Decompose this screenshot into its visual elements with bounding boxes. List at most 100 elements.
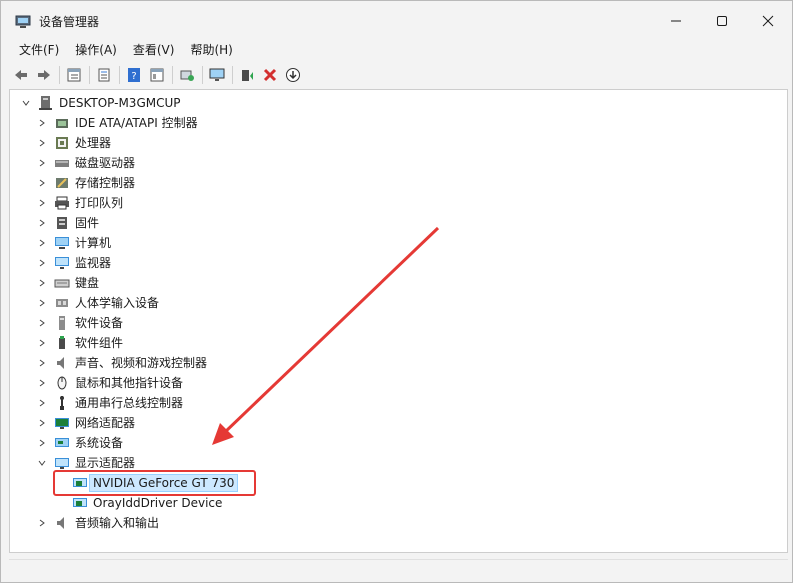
tree-category-network-adapter[interactable]: 网络适配器 <box>36 413 135 433</box>
tree-category-sound[interactable]: 声音、视频和游戏控制器 <box>36 353 207 373</box>
toolbar-separator <box>89 66 90 84</box>
forward-icon[interactable] <box>33 64 55 86</box>
network-adapter-icon <box>54 415 70 431</box>
toolbar-separator <box>202 66 203 84</box>
properties-icon[interactable] <box>63 64 85 86</box>
chevron-right-icon[interactable] <box>36 277 48 289</box>
tree-root-label: DESKTOP-M3GMCUP <box>59 96 181 110</box>
chevron-right-icon[interactable] <box>36 197 48 209</box>
tree-category-keyboard[interactable]: 键盘 <box>36 273 99 293</box>
chevron-down-icon[interactable] <box>36 457 48 469</box>
tree-category-label: 磁盘驱动器 <box>75 156 136 170</box>
device-label: OrayIddDriver Device <box>93 496 223 510</box>
ide-controller-icon <box>54 115 70 131</box>
scan-icon[interactable] <box>176 64 198 86</box>
software-component-icon <box>54 335 70 351</box>
tree-category-computer[interactable]: 计算机 <box>36 233 111 253</box>
menu-view[interactable]: 查看(V) <box>127 41 181 61</box>
disk-drive-icon <box>54 155 70 171</box>
tree-category-monitor[interactable]: 监视器 <box>36 253 111 273</box>
firmware-icon <box>54 215 70 231</box>
tree-category-label: 固件 <box>75 216 100 230</box>
chevron-right-icon[interactable] <box>36 217 48 229</box>
maximize-button[interactable] <box>699 5 745 37</box>
menu-help[interactable]: 帮助(H) <box>184 41 238 61</box>
view-icon[interactable] <box>146 64 168 86</box>
svg-text:?: ? <box>131 71 136 82</box>
monitor-icon[interactable] <box>206 64 228 86</box>
chevron-right-icon[interactable] <box>36 357 48 369</box>
tree-category-label: 软件组件 <box>75 336 124 350</box>
tree-category-label: 人体学输入设备 <box>75 296 160 310</box>
close-button[interactable] <box>745 5 791 37</box>
computer-icon <box>54 235 70 251</box>
sound-icon <box>54 355 70 371</box>
printer-icon <box>54 195 70 211</box>
chevron-right-icon[interactable] <box>36 117 48 129</box>
tree-category-ide-controller[interactable]: IDE ATA/ATAPI 控制器 <box>36 113 198 133</box>
chevron-right-icon[interactable] <box>36 417 48 429</box>
disable-icon[interactable] <box>282 64 304 86</box>
tree-category-processor[interactable]: 处理器 <box>36 133 111 153</box>
tree-category-label: 系统设备 <box>75 436 124 450</box>
tree-category-label: 软件设备 <box>75 316 124 330</box>
tree-category-firmware[interactable]: 固件 <box>36 213 99 233</box>
help-icon[interactable]: ? <box>123 64 145 86</box>
tree-root[interactable]: DESKTOP-M3GMCUP <box>20 93 181 113</box>
chevron-right-icon[interactable] <box>36 437 48 449</box>
chevron-right-icon[interactable] <box>36 257 48 269</box>
menu-file[interactable]: 文件(F) <box>13 41 65 61</box>
toolbar-separator <box>119 66 120 84</box>
tree-category-usb[interactable]: 通用串行总线控制器 <box>36 393 183 413</box>
menu-bar: 文件(F) 操作(A) 查看(V) 帮助(H) <box>1 41 792 61</box>
annotation-highlight-box <box>53 470 256 496</box>
tree-category-printer[interactable]: 打印队列 <box>36 193 123 213</box>
storage-controller-icon <box>54 175 70 191</box>
tree-category-software-device[interactable]: 软件设备 <box>36 313 123 333</box>
chevron-right-icon[interactable] <box>36 157 48 169</box>
chevron-right-icon[interactable] <box>36 137 48 149</box>
keyboard-icon <box>54 275 70 291</box>
chevron-down-icon[interactable] <box>20 97 32 109</box>
chevron-right-icon[interactable] <box>36 177 48 189</box>
tree-category-hid[interactable]: 人体学输入设备 <box>36 293 159 313</box>
list-icon[interactable] <box>93 64 115 86</box>
tree-category-label: 计算机 <box>75 236 112 250</box>
tree-category-label: 通用串行总线控制器 <box>75 396 184 410</box>
tree-category-label: 网络适配器 <box>75 416 136 430</box>
tree-category-audio[interactable]: 音频输入和输出 <box>36 513 159 533</box>
tree-category-storage-controller[interactable]: 存储控制器 <box>36 173 135 193</box>
toolbar-separator <box>59 66 60 84</box>
back-icon[interactable] <box>10 64 32 86</box>
audio-icon <box>54 515 70 531</box>
window-title: 设备管理器 <box>39 15 100 29</box>
device-tree-panel: DESKTOP-M3GMCUP IDE ATA/ATAPI 控制器 处理器磁盘驱动… <box>9 89 788 553</box>
hid-icon <box>54 295 70 311</box>
chevron-right-icon[interactable] <box>36 317 48 329</box>
chevron-right-icon[interactable] <box>36 237 48 249</box>
mouse-icon <box>54 375 70 391</box>
tree-category-mouse[interactable]: 鼠标和其他指针设备 <box>36 373 183 393</box>
tree-category-label: 键盘 <box>75 276 100 290</box>
uninstall-icon[interactable] <box>259 64 281 86</box>
chevron-right-icon[interactable] <box>36 377 48 389</box>
system-device-icon <box>54 435 70 451</box>
usb-icon <box>54 395 70 411</box>
menu-action[interactable]: 操作(A) <box>69 41 123 61</box>
processor-icon <box>54 135 70 151</box>
tree-category-label: 显示适配器 <box>75 456 136 470</box>
minimize-button[interactable] <box>653 5 699 37</box>
tree-category-software-component[interactable]: 软件组件 <box>36 333 123 353</box>
toolbar-separator <box>232 66 233 84</box>
chevron-right-icon[interactable] <box>36 397 48 409</box>
tree-category-system-device[interactable]: 系统设备 <box>36 433 123 453</box>
tree-category-disk-drive[interactable]: 磁盘驱动器 <box>36 153 135 173</box>
update-driver-icon[interactable] <box>236 64 258 86</box>
tree-device-item[interactable]: OrayIddDriver Device <box>72 493 222 513</box>
chevron-right-icon[interactable] <box>36 517 48 529</box>
software-device-icon <box>54 315 70 331</box>
tree-category-label: 声音、视频和游戏控制器 <box>75 356 208 370</box>
title-bar: 设备管理器 <box>1 1 792 41</box>
chevron-right-icon[interactable] <box>36 337 48 349</box>
chevron-right-icon[interactable] <box>36 297 48 309</box>
